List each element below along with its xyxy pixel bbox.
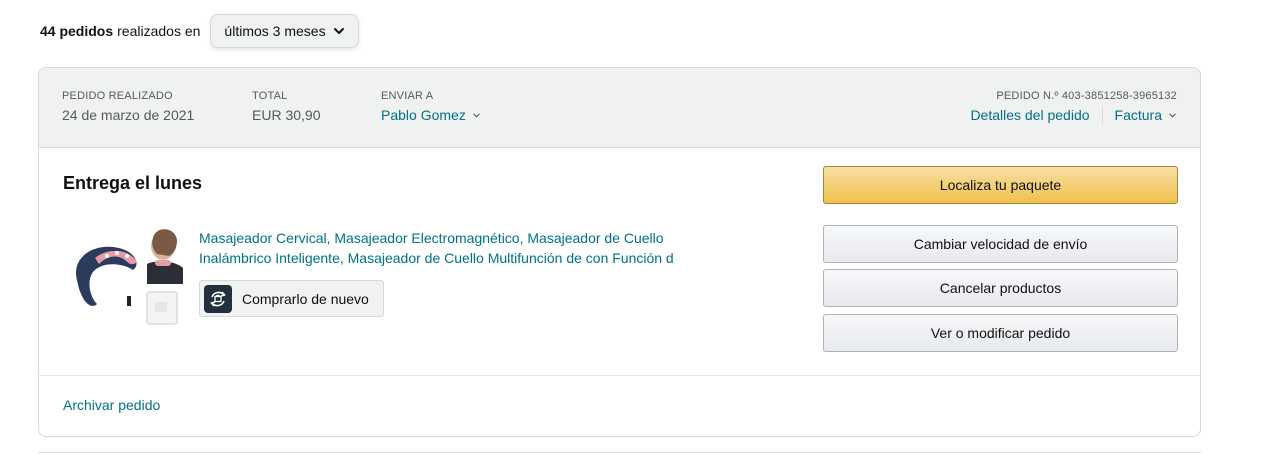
ship-to-name: Pablo Gomez [381, 107, 466, 123]
order-details-link[interactable]: Detalles del pedido [970, 105, 1089, 125]
product-title-line2: Inalámbrico Inteligente, Masajeador de C… [199, 250, 674, 266]
chevron-down-icon [473, 113, 480, 118]
product-title-line1: Masajeador Cervical, Masajeador Electrom… [199, 230, 664, 246]
order-number: PEDIDO N.º 403-3851258-3965132 [996, 90, 1177, 102]
track-package-button[interactable]: Localiza tu paquete [823, 166, 1178, 204]
product-image[interactable] [63, 220, 187, 332]
link-divider [1101, 106, 1103, 124]
view-modify-order-button[interactable]: Ver o modificar pedido [823, 314, 1178, 352]
ship-to-label: ENVIAR A [381, 90, 434, 102]
order-number-column: PEDIDO N.º 403-3851258-3965132 Detalles … [970, 89, 1177, 125]
order-placed-column: PEDIDO REALIZADO 24 de marzo de 2021 [62, 89, 194, 125]
change-shipping-speed-button[interactable]: Cambiar velocidad de envío [823, 225, 1178, 263]
delivery-status: Entrega el lunes [63, 173, 203, 193]
buy-again-label: Comprarlo de nuevo [242, 290, 369, 307]
order-total-column: TOTAL EUR 30,90 [252, 89, 320, 125]
chevron-down-icon [333, 28, 344, 34]
order-header: PEDIDO REALIZADO 24 de marzo de 2021 TOT… [39, 68, 1200, 148]
chevron-down-icon [1169, 113, 1176, 118]
order-card: PEDIDO REALIZADO 24 de marzo de 2021 TOT… [38, 67, 1201, 437]
order-total-label: TOTAL [252, 90, 288, 102]
period-select[interactable]: últimos 3 meses [210, 14, 359, 48]
orders-count: 44 pedidos [40, 23, 114, 39]
orders-count-text: realizados en [117, 23, 201, 39]
ship-to-link[interactable]: Pablo Gomez [381, 105, 481, 125]
order-links: Detalles del pedido Factura [970, 105, 1177, 125]
period-select-value: últimos 3 meses [224, 23, 326, 39]
archive-order-link[interactable]: Archivar pedido [63, 397, 160, 413]
order-total-value: EUR 30,90 [252, 107, 321, 123]
order-footer: Archivar pedido [39, 375, 1200, 436]
buy-again-button[interactable]: Comprarlo de nuevo [199, 280, 384, 317]
order-placed-label: PEDIDO REALIZADO [62, 90, 173, 102]
order-placed-date: 24 de marzo de 2021 [62, 107, 195, 123]
order-filter-row: 44 pedidos realizados en últimos 3 meses [40, 14, 359, 48]
bottom-divider [38, 452, 1201, 453]
invoice-link-label: Factura [1114, 107, 1162, 123]
ship-to-column: ENVIAR A Pablo Gomez [381, 89, 481, 125]
product-title-link[interactable]: Masajeador Cervical, Masajeador Electrom… [199, 228, 799, 268]
buy-again-icon [204, 284, 232, 313]
cancel-items-button[interactable]: Cancelar productos [823, 269, 1178, 307]
invoice-link[interactable]: Factura [1115, 105, 1177, 125]
